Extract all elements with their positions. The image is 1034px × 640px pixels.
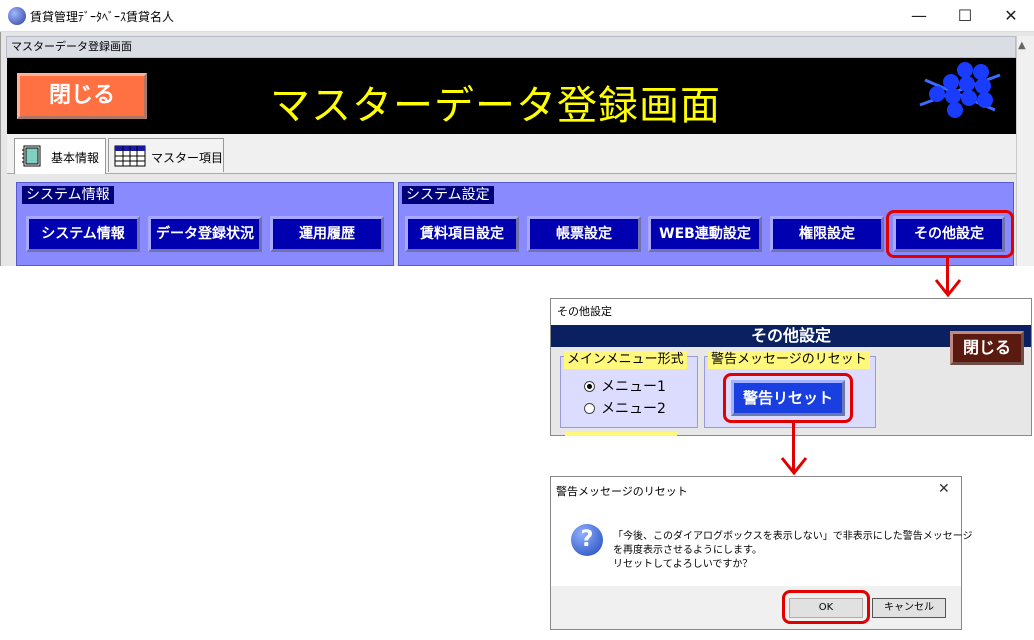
form-settings-button[interactable]: 帳票設定 bbox=[527, 216, 641, 252]
radio-selected-icon[interactable] bbox=[584, 381, 595, 392]
radio-menu1[interactable]: メニュー1 bbox=[584, 377, 666, 397]
vertical-scrollbar[interactable] bbox=[1016, 36, 1034, 266]
scroll-up-icon[interactable]: ▲ bbox=[1018, 40, 1026, 51]
sub-window-strip bbox=[565, 432, 677, 436]
dialog-title: 警告メッセージのリセット bbox=[556, 485, 688, 498]
mdi-window-title: マスターデータ登録画面 bbox=[6, 36, 1016, 58]
rent-item-settings-button[interactable]: 賃料項目設定 bbox=[405, 216, 519, 252]
highlight-warning-reset bbox=[723, 373, 853, 423]
dialog-close-icon[interactable]: ✕ bbox=[938, 481, 950, 497]
radio-icon[interactable] bbox=[584, 403, 595, 414]
app-icon bbox=[8, 7, 26, 25]
maximize-button[interactable]: ☐ bbox=[942, 0, 988, 32]
page-title: マスターデータ登録画面 bbox=[270, 83, 721, 129]
system-settings-group-label: システム設定 bbox=[402, 186, 494, 204]
minimize-button[interactable]: — bbox=[896, 0, 942, 32]
close-window-button[interactable]: ✕ bbox=[988, 0, 1034, 32]
highlight-ok bbox=[782, 590, 870, 624]
permission-settings-button[interactable]: 権限設定 bbox=[770, 216, 884, 252]
other-settings-close-button[interactable]: 閉じる bbox=[950, 331, 1024, 365]
tab-master-items[interactable]: マスター項目 bbox=[108, 138, 224, 172]
tab-label: マスター項目 bbox=[151, 151, 224, 165]
web-link-settings-button[interactable]: WEB連動設定 bbox=[648, 216, 762, 252]
notebook-icon bbox=[22, 145, 41, 167]
highlight-other-settings bbox=[886, 210, 1014, 258]
tab-basic-info[interactable]: 基本情報 bbox=[14, 138, 106, 174]
other-settings-window-title: その他設定 bbox=[551, 299, 1031, 325]
dialog-message-line3: リセットしてよろしいですか？ bbox=[613, 559, 753, 570]
main-menu-format-label: メインメニュー形式 bbox=[564, 351, 687, 369]
system-info-group-label: システム情報 bbox=[22, 186, 114, 204]
tab-label: 基本情報 bbox=[51, 151, 100, 165]
operation-history-button[interactable]: 運用履歴 bbox=[270, 216, 384, 252]
data-registration-status-button[interactable]: データ登録状況 bbox=[148, 216, 262, 252]
dialog-message-line1: 「今後、このダイアログボックスを表示しない」で非表示にした警告メッセージ bbox=[613, 531, 973, 542]
table-icon bbox=[114, 145, 146, 167]
question-icon: ? bbox=[571, 524, 603, 556]
system-info-button[interactable]: システム情報 bbox=[26, 216, 140, 252]
radio-menu2[interactable]: メニュー2 bbox=[584, 399, 666, 419]
close-button[interactable]: 閉じる bbox=[17, 73, 147, 119]
window-title: 賃貸管理ﾃﾞｰﾀﾍﾞｰｽ賃貸名人 bbox=[30, 10, 175, 24]
dialog-message-line2: を再度表示させるようにします。 bbox=[613, 545, 762, 556]
warning-reset-group-label: 警告メッセージのリセット bbox=[708, 351, 870, 369]
cancel-button[interactable]: キャンセル bbox=[872, 598, 946, 618]
molecule-logo-icon bbox=[919, 62, 1001, 118]
radio-menu1-label: メニュー1 bbox=[601, 379, 666, 395]
arrow-down-icon bbox=[934, 279, 962, 298]
arrow-down-icon bbox=[780, 457, 808, 476]
radio-menu2-label: メニュー2 bbox=[601, 401, 666, 417]
